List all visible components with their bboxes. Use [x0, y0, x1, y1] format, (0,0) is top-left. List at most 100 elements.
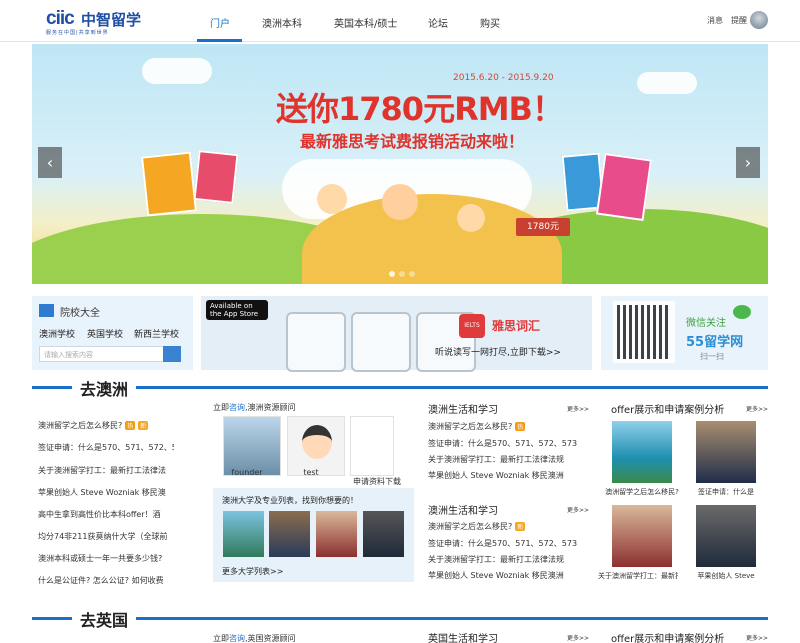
list-item[interactable]: 关于澳洲留学打工：最新打工法律法规	[428, 454, 580, 465]
search-icon[interactable]	[163, 346, 181, 362]
list-item[interactable]: 澳洲留学之后怎么移民? 新	[428, 521, 580, 532]
carousel-dot[interactable]	[409, 271, 415, 277]
consult-link[interactable]: 咨询	[229, 403, 245, 412]
list-item[interactable]: 什么是公证件? 怎么公证? 如何收费	[38, 575, 174, 586]
logo-text[interactable]: 中智留学	[81, 9, 141, 30]
banner-prev-button[interactable]: ‹	[38, 147, 62, 178]
app-title: 雅思词汇	[492, 319, 541, 333]
new-badge: 新	[138, 421, 149, 430]
avatar[interactable]	[750, 11, 768, 29]
carousel-dots[interactable]	[387, 270, 417, 280]
university-photo[interactable]	[269, 511, 310, 557]
building	[595, 152, 653, 222]
founder-label[interactable]: founder	[223, 468, 271, 477]
more-link[interactable]: 更多>>	[746, 404, 768, 413]
school-building-icon	[39, 304, 54, 317]
logo-mark[interactable]: ciic	[46, 8, 75, 30]
au-schools-link[interactable]: 澳洲学校	[39, 327, 75, 340]
more-link[interactable]: 更多>>	[567, 404, 589, 413]
offer-caption[interactable]: 签证申请：什么是	[686, 487, 766, 497]
more-link[interactable]: 更多>>	[567, 505, 589, 514]
nav-active-indicator	[197, 39, 242, 42]
section-divider	[32, 617, 768, 620]
nav-home[interactable]: 门户	[210, 15, 230, 30]
list-item[interactable]: 苹果创始人 Steve Wozniak 移民澳洲	[428, 470, 580, 481]
wechat-scan-label: 扫一扫	[700, 352, 724, 361]
nav-au-undergrad[interactable]: 澳洲本科	[262, 15, 302, 30]
consult-link[interactable]: 咨询	[229, 634, 245, 643]
reminders-link[interactable]: 提醒	[731, 15, 747, 26]
nav-forum[interactable]: 论坛	[428, 15, 448, 30]
banner-subtitle: 最新雅思考试费报销活动来啦！	[300, 132, 525, 151]
wechat-brand: 55留学网	[686, 335, 744, 350]
offer-photo[interactable]	[612, 421, 672, 483]
offer-caption[interactable]: 苹果创始人 Steve	[686, 571, 766, 581]
life-study-title[interactable]: 澳洲生活和学习	[428, 401, 498, 416]
app-download-link[interactable]: 听说读写一网打尽,立即下载>>	[435, 345, 561, 358]
site-header: ciic 中智留学 服务在中国|共享到世界 门户 澳洲本科 英国本科/硕士 论坛…	[0, 0, 800, 42]
more-link[interactable]: 更多>>	[567, 633, 589, 642]
list-item[interactable]: 澳洲本科或硕士一年一共要多少钱?	[38, 553, 174, 564]
building	[141, 151, 197, 217]
cloud	[637, 72, 697, 94]
phone-screenshot	[286, 312, 346, 372]
qr-code	[613, 301, 675, 363]
messages-link[interactable]: 消息	[707, 15, 723, 26]
hero-banner[interactable]: 2015.6.20 - 2015.9.20 送你1780元RMB！ 最新雅思考试…	[32, 44, 768, 284]
resource-consult-line: 立即咨询,英国资源顾问	[213, 634, 296, 643]
document-thumbnail[interactable]	[350, 416, 394, 476]
list-item[interactable]: 苹果创始人 Steve Wozniak 移民澳	[38, 487, 174, 498]
banner-title: 送你1780元RMB！	[276, 90, 564, 128]
founder-photo[interactable]	[223, 416, 281, 476]
list-item[interactable]: 签证申请：什么是570、571、572、5	[38, 442, 174, 453]
university-photo[interactable]	[223, 511, 264, 557]
list-item[interactable]: 苹果创始人 Steve Wozniak 移民澳洲	[428, 570, 580, 581]
list-item[interactable]: 高中生拿到高性价比本科offer！酒	[38, 509, 174, 520]
nz-schools-link[interactable]: 新西兰学校	[134, 327, 179, 340]
list-item[interactable]: 关于澳洲留学打工：最新打工法律法	[38, 465, 174, 476]
banner-price-tag: 1780元	[516, 218, 570, 236]
phone-screenshot	[351, 312, 411, 372]
building	[193, 150, 239, 204]
life-study-title[interactable]: 澳洲生活和学习	[428, 502, 498, 517]
more-link[interactable]: 更多>>	[746, 633, 768, 642]
university-list-title[interactable]: 澳洲大学及专业列表，找到你想要的！	[222, 495, 358, 506]
list-item[interactable]: 均分74非211获莫纳什大学（全球前	[38, 531, 174, 542]
school-search-input[interactable]: 请输入搜索内容	[39, 346, 169, 362]
banner-next-button[interactable]: ›	[736, 147, 760, 178]
hot-badge: 热	[125, 421, 136, 430]
list-item[interactable]: 澳洲留学之后怎么移民? 热	[428, 421, 580, 432]
banner-date: 2015.6.20 - 2015.9.20	[453, 73, 554, 83]
university-photo[interactable]	[316, 511, 357, 557]
offer-caption[interactable]: 澳洲留学之后怎么移民?	[602, 487, 682, 497]
nav-buy[interactable]: 购买	[480, 15, 500, 30]
uk-schools-link[interactable]: 英国学校	[87, 327, 123, 340]
logo-slogan: 服务在中国|共享到世界	[46, 30, 109, 36]
list-item[interactable]: 签证申请：什么是570、571、572、573	[428, 438, 580, 449]
cloud	[142, 58, 212, 84]
offer-photo[interactable]	[696, 421, 756, 483]
uk-life-study-title[interactable]: 英国生活和学习	[428, 630, 498, 643]
cartoon-student	[382, 184, 418, 220]
wechat-icon	[733, 305, 751, 319]
nav-uk-degree[interactable]: 英国本科/硕士	[334, 15, 397, 30]
new-badge: 新	[515, 522, 526, 531]
carousel-dot[interactable]	[399, 271, 405, 277]
university-photo[interactable]	[363, 511, 404, 557]
resource-consult-line: 立即咨询,澳洲资源顾问	[213, 403, 296, 412]
app-store-badge[interactable]: Available on the App Store	[206, 300, 268, 320]
more-universities-link[interactable]: 更多大学列表>>	[222, 566, 283, 577]
list-item[interactable]: 澳洲留学之后怎么移民? 热新	[38, 420, 174, 431]
list-item[interactable]: 签证申请：什么是570、571、572、573	[428, 538, 580, 549]
test-avatar[interactable]	[287, 416, 345, 476]
uk-offer-showcase-title[interactable]: offer展示和申请案例分析	[611, 630, 724, 643]
section-title-uk: 去英国	[72, 607, 136, 631]
carousel-dot[interactable]	[389, 271, 395, 277]
download-materials-link[interactable]: 申请资料下载	[347, 476, 407, 487]
offer-showcase-title[interactable]: offer展示和申请案例分析	[611, 401, 724, 416]
offer-photo[interactable]	[612, 505, 672, 567]
offer-photo[interactable]	[696, 505, 756, 567]
list-item[interactable]: 关于澳洲留学打工：最新打工法律法规	[428, 554, 580, 565]
offer-caption[interactable]: 关于澳洲留学打工：最新打	[598, 571, 678, 581]
test-label[interactable]: test	[287, 468, 335, 477]
